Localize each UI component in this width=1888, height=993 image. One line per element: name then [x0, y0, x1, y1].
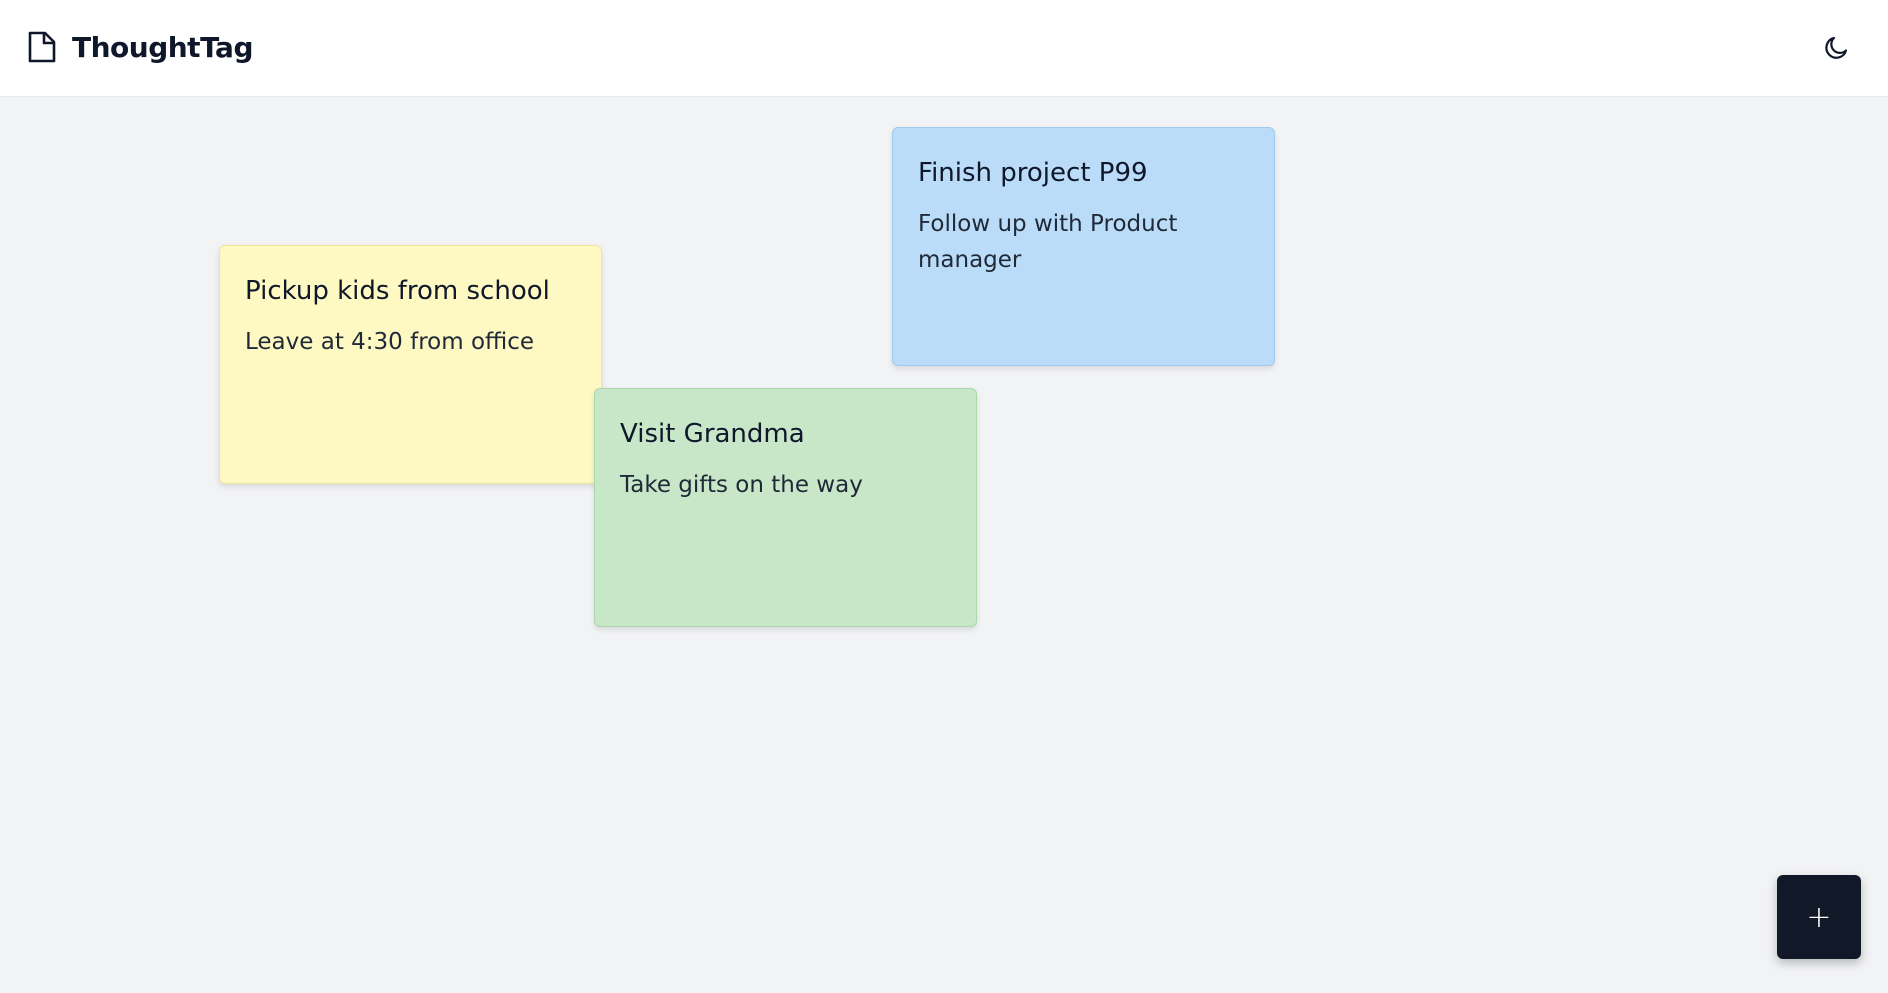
note-body[interactable]: Leave at 4:30 from office: [245, 325, 576, 361]
note-body[interactable]: Take gifts on the way: [620, 468, 951, 504]
add-note-button[interactable]: +: [1777, 875, 1861, 959]
app-name: ThoughtTag: [72, 30, 254, 64]
plus-icon: +: [1806, 899, 1832, 935]
theme-toggle-button[interactable]: [1822, 32, 1852, 62]
note-card[interactable]: Pickup kids from school Leave at 4:30 fr…: [219, 245, 602, 484]
notes-board: Pickup kids from school Leave at 4:30 fr…: [0, 97, 1888, 993]
file-icon: [26, 30, 58, 64]
moon-icon: [1822, 36, 1852, 66]
note-title[interactable]: Visit Grandma: [620, 417, 951, 452]
note-body[interactable]: Follow up with Product manager: [918, 207, 1208, 278]
note-title[interactable]: Finish project P99: [918, 156, 1249, 191]
note-card[interactable]: Finish project P99 Follow up with Produc…: [892, 127, 1275, 366]
note-title[interactable]: Pickup kids from school: [245, 274, 576, 309]
app-header: ThoughtTag: [0, 0, 1888, 97]
brand[interactable]: ThoughtTag: [26, 30, 254, 64]
note-card[interactable]: Visit Grandma Take gifts on the way: [594, 388, 977, 627]
